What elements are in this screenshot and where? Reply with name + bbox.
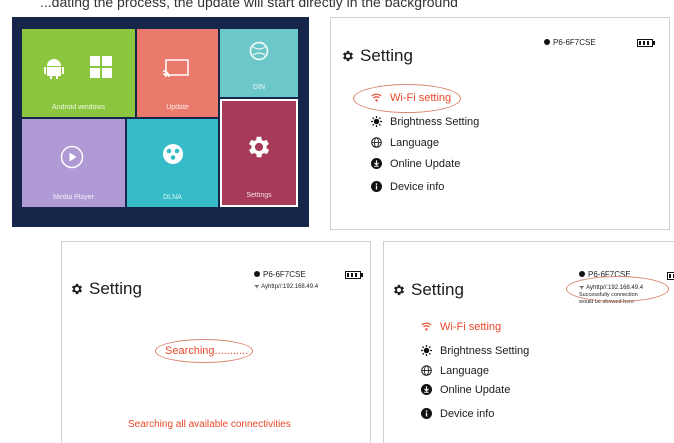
ssid-text: Ayhttp//:192.168.49.4: [261, 284, 319, 290]
menu-language[interactable]: Language: [371, 137, 439, 149]
gear-icon: [71, 283, 83, 295]
tile-media-label: Media Player: [53, 194, 94, 201]
menu-wifi-setting[interactable]: Wi-Fi setting: [421, 321, 501, 333]
menu-update-label: Online Update: [390, 158, 461, 170]
gear-icon: [393, 284, 405, 296]
page-title: Setting: [341, 46, 413, 66]
device-name-text: P6-6F7CSE: [553, 38, 596, 47]
wifi-icon: [371, 93, 382, 102]
menu-brightness-label: Brightness Setting: [440, 345, 530, 357]
menu-wifi-label: Wi-Fi setting: [390, 92, 452, 104]
menu-wifi-setting[interactable]: Wi-Fi setting: [371, 92, 451, 104]
page-title: Setting: [392, 280, 464, 300]
device-name-text: P6-6F7CSE: [263, 270, 306, 279]
battery-icon: [637, 39, 655, 47]
menu-device-info-label: Device info: [440, 408, 495, 420]
device-name: P6-6F7CSE: [544, 38, 596, 47]
tile-dlna-label: DLNA: [163, 194, 182, 201]
wifi-icon: [421, 322, 432, 331]
menu-update-label: Online Update: [440, 384, 511, 396]
tile-android-label: Android windows: [52, 104, 105, 111]
tile-din-label: DIN: [252, 84, 266, 91]
gear-icon: [342, 50, 354, 62]
download-icon: [371, 158, 382, 169]
searching-note: Searching all available connectivities: [128, 419, 291, 430]
menu-device-info[interactable]: Device info: [421, 408, 494, 420]
brightness-icon: [421, 345, 432, 356]
menu-brightness-label: Brightness Setting: [390, 116, 480, 128]
launcher-screen: Android windows Update DIN Media Player …: [12, 17, 309, 227]
dlna-icon: [163, 144, 183, 164]
menu-language-label: Language: [390, 137, 439, 149]
android-icon: [44, 59, 64, 79]
page-title-text: Setting: [360, 46, 413, 65]
brightness-icon: [371, 116, 382, 127]
menu-brightness[interactable]: Brightness Setting: [421, 345, 529, 357]
page-title-text: Setting: [89, 279, 142, 298]
info-dot-icon: [544, 39, 550, 45]
tile-dlna[interactable]: DLNA: [127, 119, 218, 207]
menu-language[interactable]: Language: [421, 365, 489, 377]
download-icon: [421, 384, 432, 395]
settings-panel-main: Setting P6-6F7CSE Wi-Fi setting Brightne…: [330, 17, 670, 230]
menu-online-update[interactable]: Online Update: [371, 158, 460, 170]
device-name: P6-6F7CSE: [254, 270, 306, 279]
settings-panel-connected: Setting P6-6F7CSE ᯤ Ayhttp//:192.168.49.…: [383, 241, 674, 443]
tile-android[interactable]: Android windows: [22, 29, 135, 117]
globe-icon: [371, 137, 382, 148]
settings-panel-searching: Setting P6-6F7CSE ᯤ Ayhttp//:192.168.49.…: [61, 241, 371, 443]
cast-icon: [163, 59, 189, 78]
gear-icon: [248, 136, 270, 158]
windows-icon: [90, 56, 112, 78]
tile-update[interactable]: Update: [137, 29, 218, 117]
menu-device-info-label: Device info: [390, 181, 445, 193]
info-icon: [371, 181, 382, 192]
searching-status: Searching...........: [165, 345, 249, 357]
play-icon: [60, 145, 84, 169]
menu-device-info[interactable]: Device info: [371, 181, 444, 193]
caption-text: ...dating the process, the update will s…: [40, 0, 458, 10]
info-dot-icon: [579, 271, 585, 277]
tile-settings[interactable]: Settings: [220, 99, 298, 207]
page-title-text: Setting: [411, 280, 464, 299]
tile-update-label: Update: [166, 104, 189, 111]
battery-icon: [667, 272, 674, 280]
menu-language-label: Language: [440, 365, 489, 377]
globe-icon: [421, 365, 432, 376]
tile-din[interactable]: DIN: [220, 29, 298, 97]
connected-ssid: ᯤ Ayhttp//:192.168.49.4: [254, 282, 318, 290]
menu-brightness[interactable]: Brightness Setting: [371, 116, 479, 128]
menu-online-update[interactable]: Online Update: [421, 384, 510, 396]
page-title: Setting: [70, 279, 142, 299]
globe-icon: [249, 41, 269, 61]
info-icon: [421, 408, 432, 419]
battery-icon: [345, 271, 363, 279]
highlight-oval: [566, 276, 669, 302]
info-dot-icon: [254, 271, 260, 277]
tile-settings-label: Settings: [246, 192, 272, 199]
menu-wifi-label: Wi-Fi setting: [440, 321, 502, 333]
tile-media-player[interactable]: Media Player: [22, 119, 125, 207]
